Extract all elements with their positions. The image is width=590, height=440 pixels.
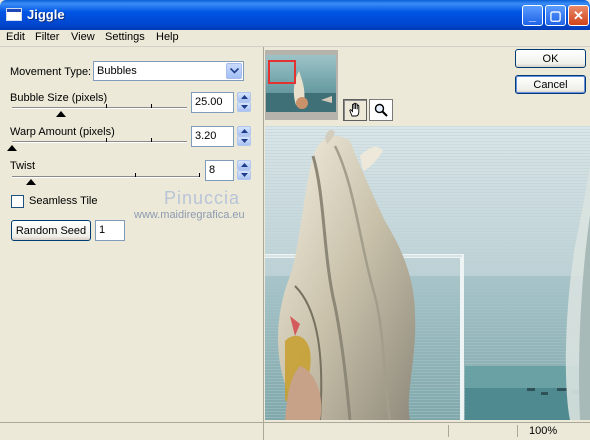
bubble-size-value: 25.00 [195, 96, 223, 108]
bubble-size-slider-thumb[interactable] [56, 111, 66, 117]
spin-down-icon[interactable] [237, 136, 251, 146]
spin-down-icon[interactable] [237, 102, 251, 112]
bubble-size-label: Bubble Size (pixels) [10, 92, 108, 104]
twist-input[interactable]: 8 [205, 160, 234, 181]
app-icon [6, 8, 22, 21]
tick [151, 138, 152, 142]
tick [199, 173, 200, 177]
menu-settings[interactable]: Settings [105, 31, 145, 43]
close-button[interactable]: ✕ [568, 5, 589, 26]
spin-down-icon[interactable] [237, 170, 251, 180]
title-bar: Jiggle _ ▢ ✕ [0, 0, 590, 30]
window-title: Jiggle [27, 7, 65, 22]
warp-amount-track[interactable] [12, 141, 187, 143]
tick [106, 138, 107, 142]
maximize-button[interactable]: ▢ [545, 5, 566, 26]
warp-amount-slider-thumb[interactable] [7, 145, 17, 151]
menu-help[interactable]: Help [156, 31, 179, 43]
twist-spinner[interactable] [237, 160, 251, 181]
warp-amount-label: Warp Amount (pixels) [10, 126, 115, 138]
twist-value: 8 [209, 164, 216, 176]
cancel-button[interactable]: Cancel [515, 75, 586, 94]
status-bar: 100% [0, 422, 590, 438]
movement-type-value: Bubbles [97, 65, 137, 77]
status-separator [517, 425, 518, 437]
twist-slider-thumb[interactable] [25, 179, 36, 185]
menu-edit[interactable]: Edit [6, 31, 25, 43]
warp-amount-value: 3.20 [195, 130, 217, 142]
tick [135, 173, 136, 177]
warp-amount-input[interactable]: 3.20 [191, 126, 234, 147]
ok-button[interactable]: OK [515, 49, 586, 68]
spin-up-icon[interactable] [237, 160, 251, 170]
seamless-tile-label: Seamless Tile [29, 195, 98, 207]
status-separator [448, 425, 449, 437]
random-seed-value: 1 [99, 224, 106, 236]
random-seed-button[interactable]: Random Seed [11, 220, 91, 241]
twist-label: Twist [10, 160, 36, 172]
watermark-name: Pinuccia [164, 188, 241, 208]
watermark-url: www.maidiregrafica.eu [134, 209, 245, 221]
zoom-level: 100% [529, 425, 558, 437]
magnifier-icon[interactable] [369, 99, 393, 121]
twist-track[interactable] [12, 176, 200, 178]
menu-filter[interactable]: Filter [35, 31, 59, 43]
bubble-size-input[interactable]: 25.00 [191, 92, 234, 113]
movement-type-label: Movement Type: [10, 66, 92, 78]
warp-amount-spinner[interactable] [237, 126, 251, 147]
menu-bar: Edit Filter View Settings Help [0, 30, 590, 47]
seamless-tile-checkbox[interactable] [11, 195, 24, 208]
bubble-size-track[interactable] [12, 107, 187, 109]
spin-up-icon[interactable] [237, 92, 251, 102]
random-seed-input[interactable]: 1 [95, 220, 125, 241]
hand-icon[interactable] [343, 99, 367, 121]
movement-type-select[interactable]: Bubbles [93, 61, 244, 81]
menu-view[interactable]: View [71, 31, 95, 43]
minimize-button[interactable]: _ [522, 5, 543, 26]
tick [106, 104, 107, 108]
thumbnail-selection[interactable] [268, 60, 296, 84]
bubble-size-spinner[interactable] [237, 92, 251, 113]
chevron-down-icon[interactable] [226, 63, 242, 79]
tick [151, 104, 152, 108]
spin-up-icon[interactable] [237, 126, 251, 136]
preview-canvas[interactable] [265, 126, 590, 420]
